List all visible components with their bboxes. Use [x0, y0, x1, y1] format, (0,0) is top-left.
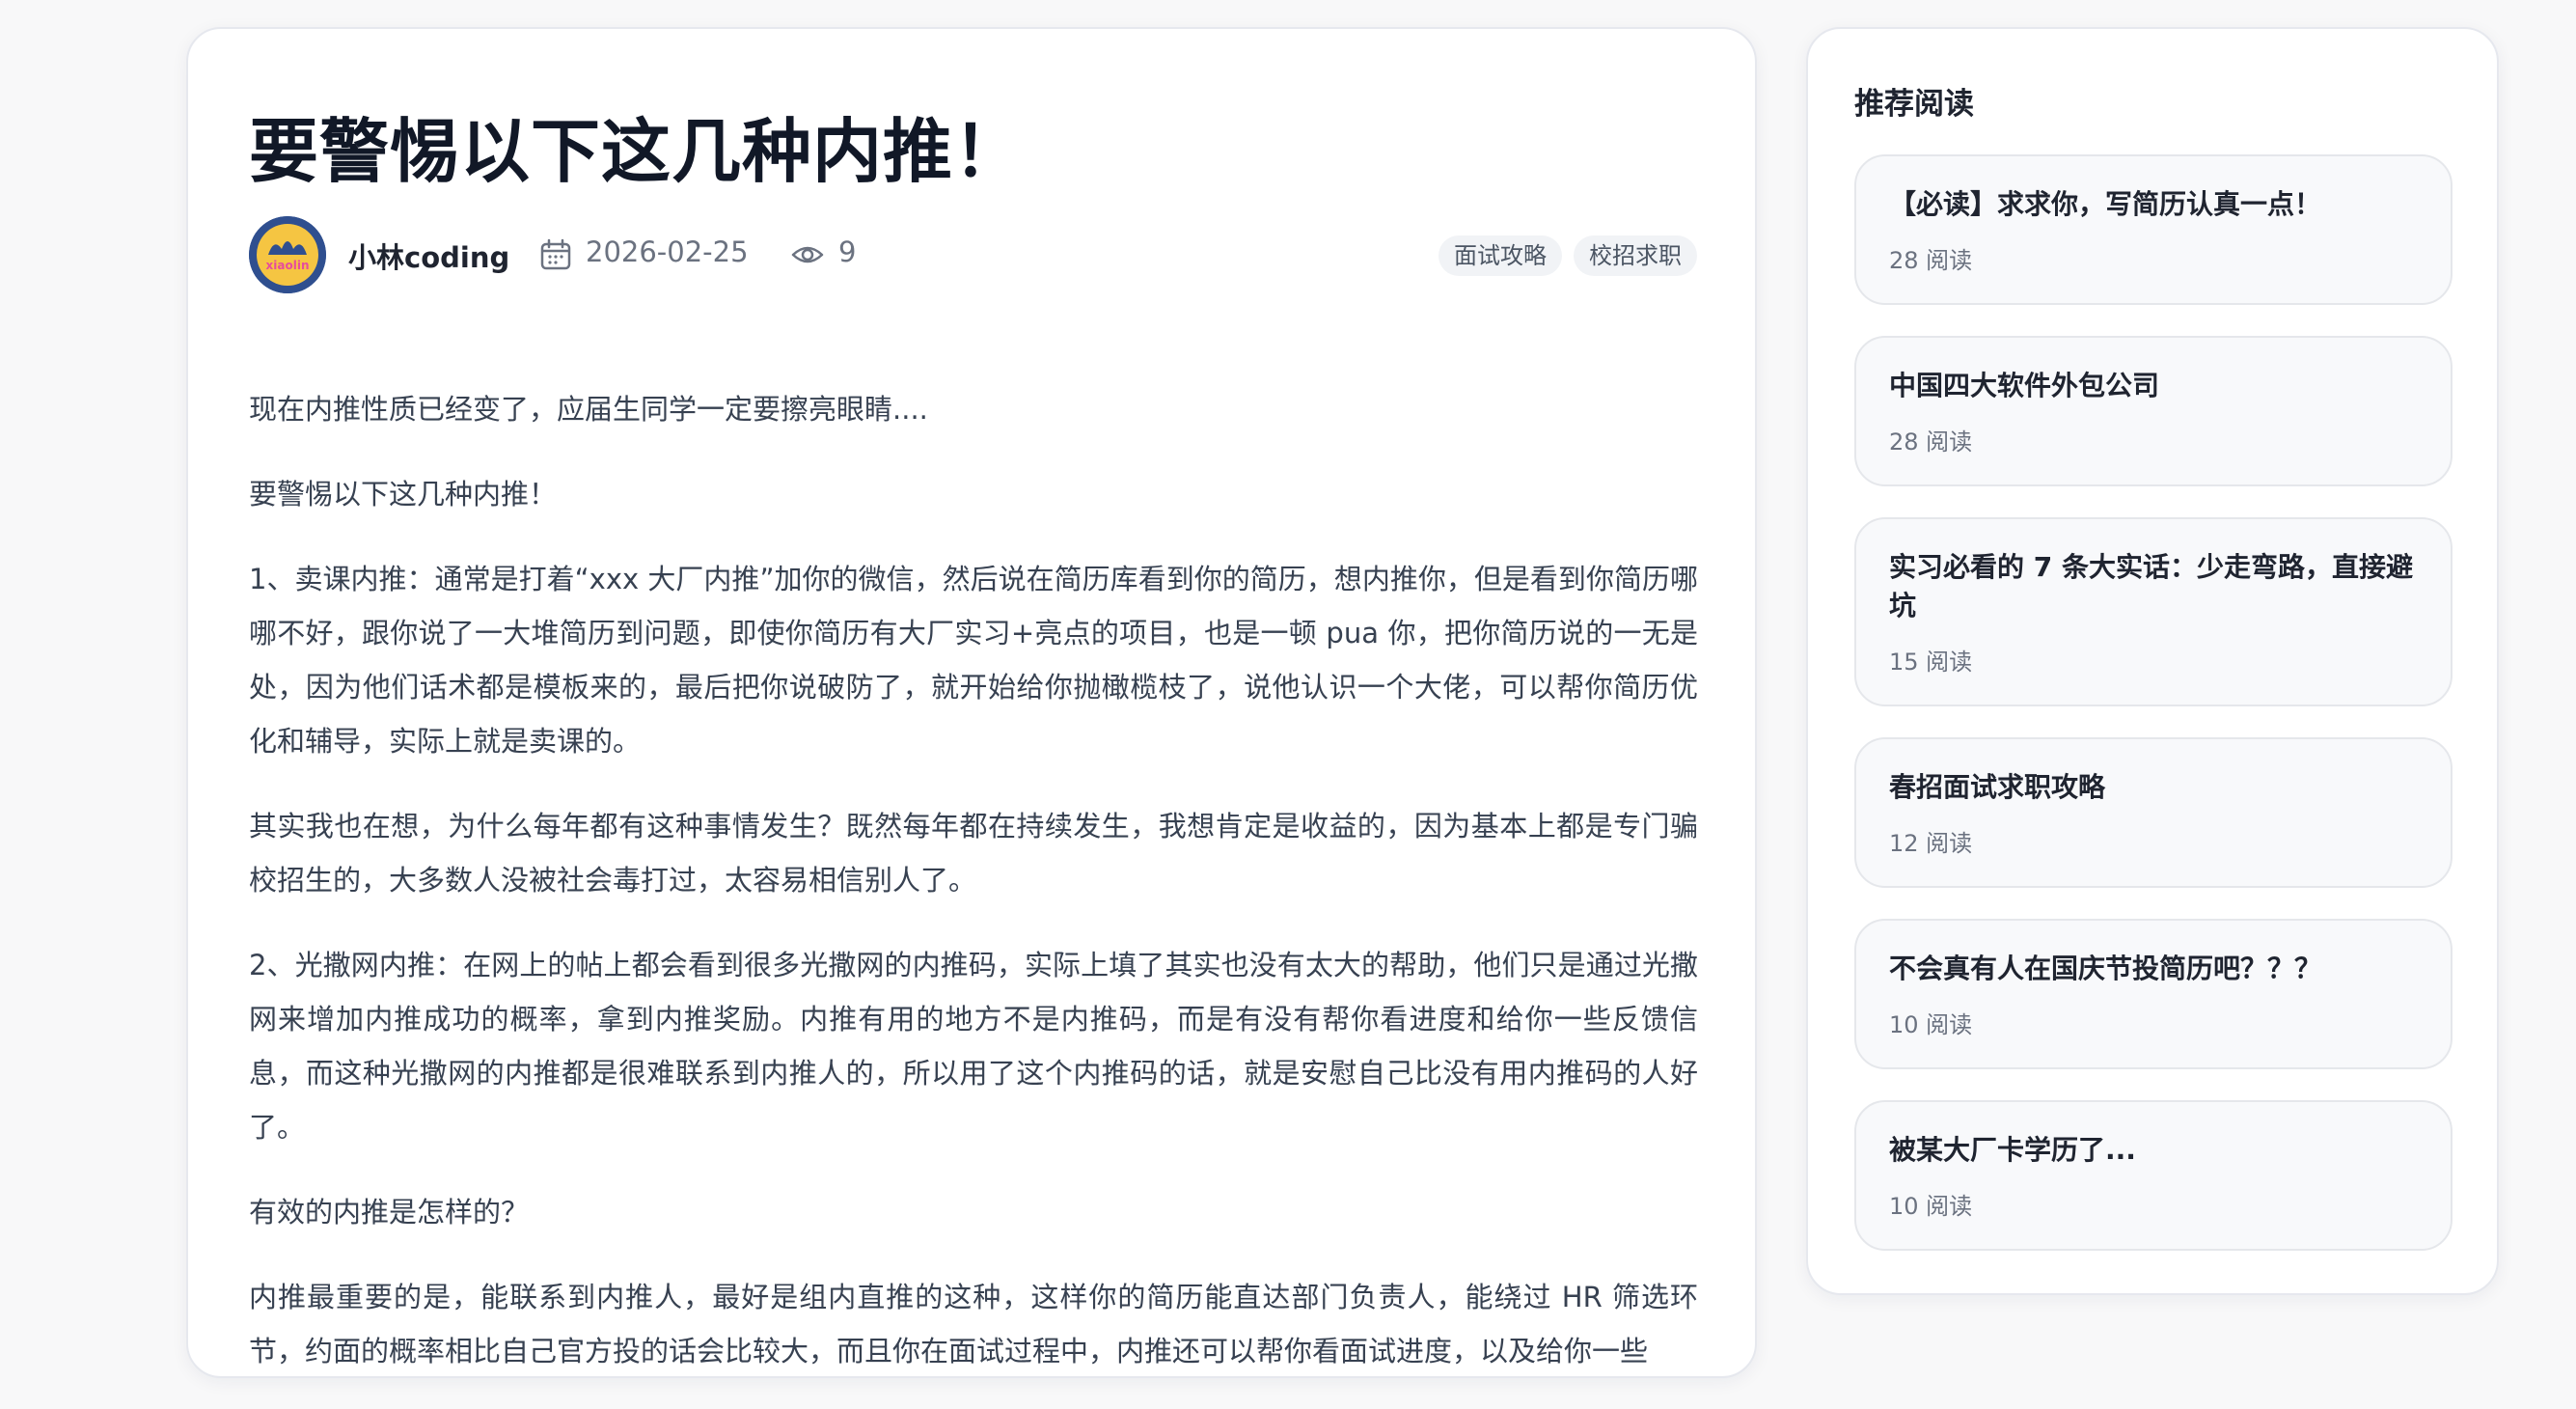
recommended-item-reads: 10 阅读 — [1889, 1011, 1973, 1038]
article-paragraph: 1、卖课内推：通常是打着“xxx 大厂内推”加你的微信，然后说在简历库看到你的简… — [249, 563, 1698, 758]
recommended-item-title[interactable]: 被某大厂卡学历了... — [1889, 1131, 2429, 1170]
tag-interview[interactable]: 面试攻略 — [1439, 235, 1562, 276]
recommended-item[interactable]: 中国四大软件外包公司 28 阅读 — [1854, 336, 2453, 486]
article-paragraph: 要警惕以下这几种内推！ — [249, 478, 558, 511]
recommended-item-reads: 12 阅读 — [1889, 830, 1973, 857]
article-paragraph: 其实我也在想，为什么每年都有这种事情发生？既然每年都在持续发生，我想肯定是收益的… — [249, 810, 1698, 897]
article-views: 9 — [838, 235, 857, 268]
article-meta: xiaolin 小林coding 2026-02-25 9 面试攻略 校招求职 — [249, 216, 1698, 293]
recommended-item[interactable]: 被某大厂卡学历了... 10 阅读 — [1854, 1100, 2453, 1251]
author-name[interactable]: 小林coding — [348, 235, 509, 276]
recommended-item-title[interactable]: 【必读】求求你，写简历认真一点！ — [1889, 185, 2429, 224]
svg-text:xiaolin: xiaolin — [266, 259, 310, 272]
tag-campus-job[interactable]: 校招求职 — [1574, 235, 1697, 276]
avatar-logo-icon: xiaolin — [249, 216, 326, 293]
recommended-item-title[interactable]: 中国四大软件外包公司 — [1889, 367, 2429, 405]
sidebar-title: 推荐阅读 — [1854, 87, 1974, 122]
article-card: 要警惕以下这几种内推！ xiaolin 小林coding 2026-02-25 … — [186, 27, 1757, 1378]
author-avatar[interactable]: xiaolin — [249, 216, 326, 293]
eye-icon — [791, 246, 824, 263]
article-paragraph: 现在内推性质已经变了，应届生同学一定要擦亮眼睛.... — [249, 393, 928, 426]
recommended-item-reads: 15 阅读 — [1889, 649, 1973, 676]
recommended-item-reads: 28 阅读 — [1889, 428, 1973, 456]
article-body: 现在内推性质已经变了，应届生同学一定要擦亮眼睛.... 要警惕以下这几种内推！ … — [249, 382, 1698, 1409]
recommended-item[interactable]: 【必读】求求你，写简历认真一点！ 28 阅读 — [1854, 154, 2453, 305]
calendar-icon — [540, 238, 571, 270]
recommended-item-title[interactable]: 春招面试求职攻略 — [1889, 768, 2429, 807]
recommended-item[interactable]: 春招面试求职攻略 12 阅读 — [1854, 737, 2453, 888]
recommended-sidebar: 推荐阅读 【必读】求求你，写简历认真一点！ 28 阅读 中国四大软件外包公司 2… — [1806, 27, 2499, 1295]
article-paragraph: 2、光撒网内推：在网上的帖上都会看到很多光撒网的内推码，实际上填了其实也没有太大… — [249, 949, 1698, 1144]
recommended-item-reads: 28 阅读 — [1889, 247, 1973, 274]
article-paragraph: 内推最重要的是，能联系到内推人，最好是组内直推的这种，这样你的简历能直达部门负责… — [249, 1281, 1698, 1368]
recommended-item-title[interactable]: 实习必看的 7 条大实话：少走弯路，直接避坑 — [1889, 548, 2429, 625]
recommended-item[interactable]: 不会真有人在国庆节投简历吧？？？ 10 阅读 — [1854, 919, 2453, 1069]
recommended-item[interactable]: 实习必看的 7 条大实话：少走弯路，直接避坑 15 阅读 — [1854, 517, 2453, 706]
recommended-item-title[interactable]: 不会真有人在国庆节投简历吧？？？ — [1889, 950, 2429, 988]
article-paragraph: 有效的内推是怎样的？ — [249, 1196, 530, 1229]
article-date: 2026-02-25 — [586, 235, 749, 268]
article-title: 要警惕以下这几种内推！ — [249, 111, 1025, 192]
recommended-item-reads: 10 阅读 — [1889, 1193, 1973, 1220]
